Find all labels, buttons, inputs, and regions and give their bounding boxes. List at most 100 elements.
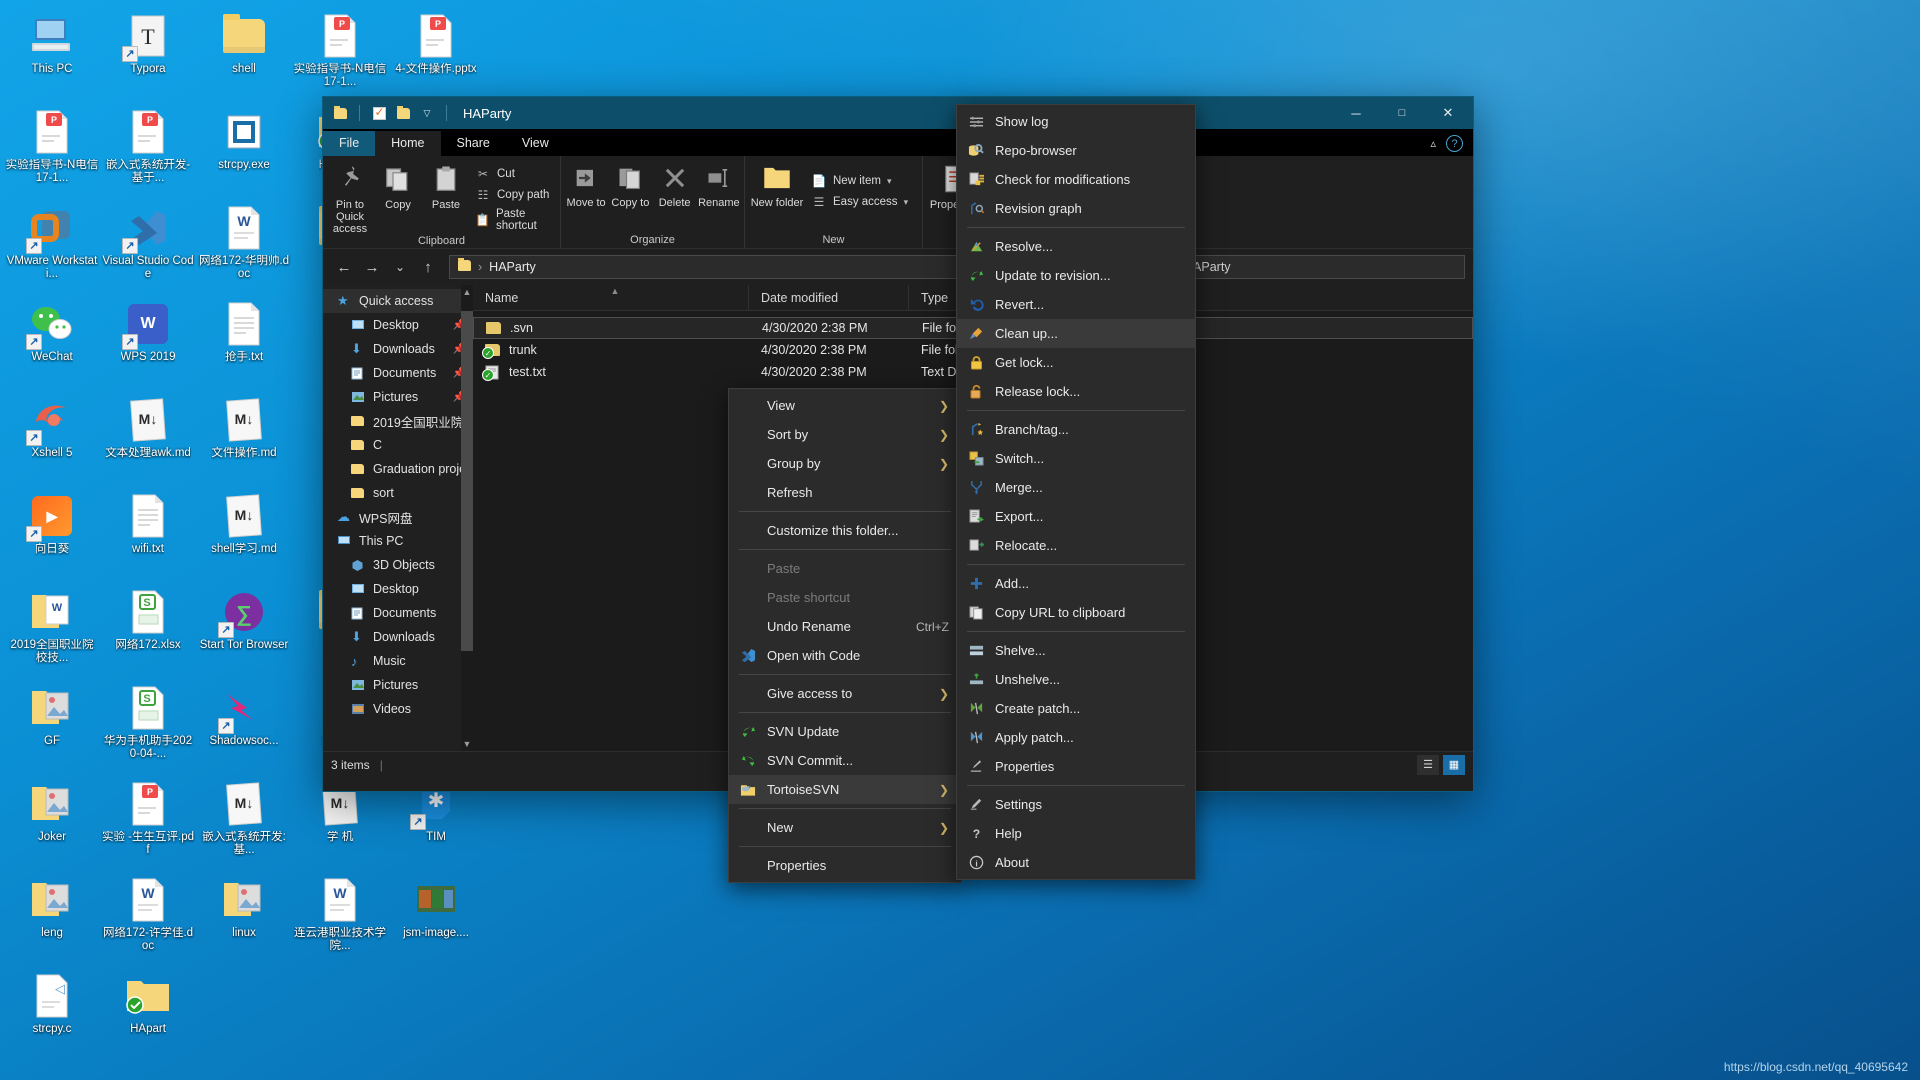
nav-item[interactable]: ☁ WPS网盘 (323, 505, 473, 529)
nav-item[interactable]: Graduation proje (323, 457, 473, 481)
nav-item[interactable]: Pictures (323, 673, 473, 697)
scroll-up-icon[interactable]: ▲ (461, 285, 473, 299)
nav-item[interactable]: Pictures 📌 (323, 385, 473, 409)
nav-item[interactable]: ♪ Music (323, 649, 473, 673)
close-button[interactable]: ✕ (1425, 97, 1471, 129)
search-input[interactable]: HAParty (1175, 255, 1465, 279)
new-folder-icon[interactable] (394, 104, 412, 122)
nav-item[interactable]: ⬇ Downloads 📌 (323, 337, 473, 361)
menu-item[interactable]: Revision graph (957, 194, 1195, 223)
column-header-name[interactable]: ▲ Name (473, 284, 749, 311)
menu-item[interactable]: Properties (729, 851, 961, 880)
menu-item[interactable]: Settings (957, 790, 1195, 819)
maximize-button[interactable]: □ (1379, 97, 1425, 129)
copy-to-button[interactable]: Copy to (609, 160, 651, 209)
desktop-icon[interactable]: P 实验指导书-N电信17-1... (292, 6, 388, 102)
menu-item[interactable]: View ❯ (729, 391, 961, 420)
desktop-icon[interactable]: W 2019全国职业院校技... (4, 582, 100, 678)
desktop-icon[interactable]: W 连云港职业技术学院... (292, 870, 388, 966)
paste-shortcut-button[interactable]: 📋 Paste shortcut (471, 207, 556, 233)
nav-item[interactable]: Documents 📌 (323, 361, 473, 385)
details-view-icon[interactable]: ☰ (1417, 754, 1439, 775)
desktop-icon[interactable]: M↓ 文件操作.md (196, 390, 292, 486)
customize-dropdown-icon[interactable]: ▽ (418, 104, 436, 122)
desktop-icon[interactable]: Xshell 5 (4, 390, 100, 486)
cut-button[interactable]: ✂ Cut (471, 165, 556, 183)
nav-item[interactable]: Videos (323, 697, 473, 721)
large-icons-view-icon[interactable]: ▦ (1443, 754, 1465, 775)
desktop-icon[interactable]: WWPS 2019 (100, 294, 196, 390)
nav-item[interactable]: 2019全国职业院 (323, 409, 473, 433)
desktop-icon[interactable]: M↓ shell学习.md (196, 486, 292, 582)
menu-item[interactable]: Refresh (729, 478, 961, 507)
desktop-icon[interactable]: ∑ Start Tor Browser (196, 582, 292, 678)
nav-item[interactable]: ⬇ Downloads (323, 625, 473, 649)
tab-home[interactable]: Home (375, 131, 441, 156)
desktop-icon[interactable]: W 网络172-许学佳.doc (100, 870, 196, 966)
rename-button[interactable]: Rename (698, 160, 740, 209)
desktop-icon[interactable]: ◁ strcpy.c (4, 966, 100, 1062)
menu-item[interactable]: Group by ❯ (729, 449, 961, 478)
properties-icon[interactable] (370, 104, 388, 122)
folder-icon[interactable] (331, 104, 349, 122)
menu-item[interactable]: Relocate... (957, 531, 1195, 560)
menu-item[interactable]: SVN Update (729, 717, 961, 746)
menu-item[interactable]: Resolve... (957, 232, 1195, 261)
desktop-icon[interactable]: T Typora (100, 6, 196, 102)
desktop-icon[interactable]: Joker (4, 774, 100, 870)
nav-item[interactable]: Documents (323, 601, 473, 625)
menu-item[interactable]: Apply patch... (957, 723, 1195, 752)
menu-item[interactable]: Branch/tag... (957, 415, 1195, 444)
desktop-icon[interactable]: HApart (100, 966, 196, 1062)
desktop-icon[interactable]: linux (196, 870, 292, 966)
menu-item[interactable]: Clean up... (957, 319, 1195, 348)
menu-item[interactable]: Unshelve... (957, 665, 1195, 694)
new-folder-button[interactable]: New folder (749, 160, 805, 209)
tab-file[interactable]: File (323, 131, 376, 156)
menu-item[interactable]: Create patch... (957, 694, 1195, 723)
desktop-icon[interactable]: wifi.txt (100, 486, 196, 582)
menu-item[interactable]: Open with Code (729, 641, 961, 670)
desktop-icon[interactable]: P 4-文件操作.pptx (388, 6, 484, 102)
menu-item[interactable]: Release lock... (957, 377, 1195, 406)
scroll-down-icon[interactable]: ▼ (461, 737, 473, 751)
menu-item[interactable]: TortoiseSVN ❯ (729, 775, 961, 804)
menu-item[interactable]: Sort by ❯ (729, 420, 961, 449)
desktop-icon[interactable]: leng (4, 870, 100, 966)
desktop-icon[interactable]: P 实验指导书-N电信17-1... (4, 102, 100, 198)
menu-item[interactable]: Get lock... (957, 348, 1195, 377)
back-button[interactable]: ← (331, 254, 357, 280)
forward-button[interactable]: → (359, 254, 385, 280)
menu-item[interactable]: Customize this folder... (729, 516, 961, 545)
nav-item[interactable]: Desktop (323, 577, 473, 601)
desktop-icon[interactable]: strcpy.exe (196, 102, 292, 198)
menu-item[interactable]: i About (957, 848, 1195, 877)
desktop-icon[interactable]: ▶向日葵 (4, 486, 100, 582)
paste-button[interactable]: Paste (423, 160, 469, 211)
menu-item[interactable]: Show log (957, 107, 1195, 136)
desktop-icon[interactable]: 抢手.txt (196, 294, 292, 390)
desktop-icon[interactable]: jsm-image.... (388, 870, 484, 966)
delete-button[interactable]: Delete (654, 160, 696, 209)
desktop-icon[interactable]: P 实验 -生生互评.pdf (100, 774, 196, 870)
menu-item[interactable]: ? Help (957, 819, 1195, 848)
menu-item[interactable]: Check for modifications (957, 165, 1195, 194)
desktop-icon[interactable]: Shadowsoc... (196, 678, 292, 774)
minimize-button[interactable]: ─ (1333, 97, 1379, 129)
tab-view[interactable]: View (506, 131, 565, 156)
column-header-date-modified[interactable]: Date modified (749, 284, 909, 311)
desktop-icon[interactable]: VMware Workstati... (4, 198, 100, 294)
nav-item[interactable]: ★ Quick access (323, 289, 473, 313)
menu-item[interactable]: Repo-browser (957, 136, 1195, 165)
desktop-icon[interactable]: S 华为手机助手2020-04-... (100, 678, 196, 774)
menu-item[interactable]: Update to revision... (957, 261, 1195, 290)
menu-item[interactable]: Properties (957, 752, 1195, 781)
nav-item[interactable]: C (323, 433, 473, 457)
desktop-icon[interactable]: M↓ 嵌入式系统开发: 基... (196, 774, 292, 870)
nav-item[interactable]: Desktop 📌 (323, 313, 473, 337)
desktop-icon[interactable]: W 网络172-华明帅.doc (196, 198, 292, 294)
menu-item[interactable]: Give access to ❯ (729, 679, 961, 708)
desktop-icon[interactable]: M↓ 文本处理awk.md (100, 390, 196, 486)
menu-item[interactable]: Undo Rename Ctrl+Z (729, 612, 961, 641)
desktop-icon[interactable]: Visual Studio Code (100, 198, 196, 294)
